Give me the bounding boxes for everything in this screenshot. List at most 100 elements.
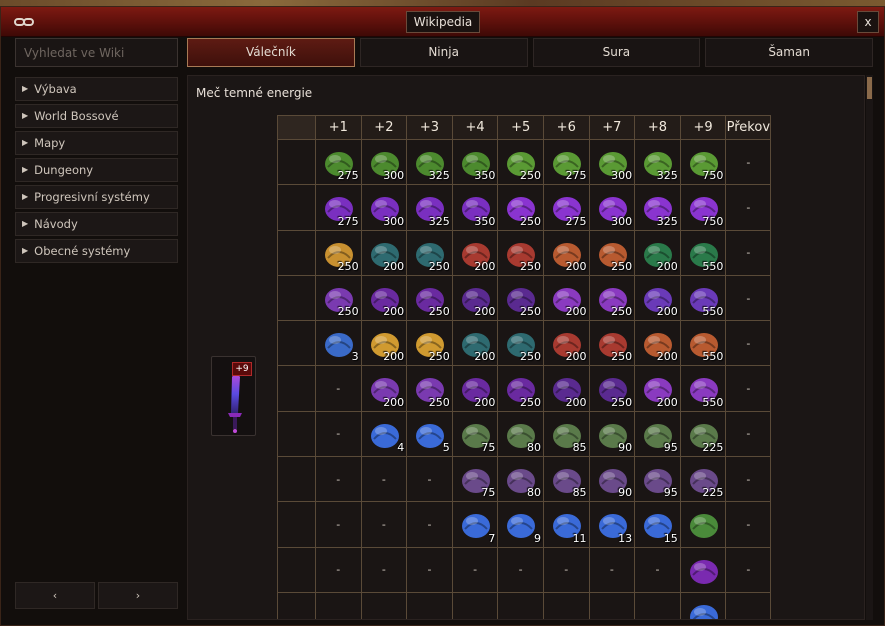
material-cell[interactable]: 9 bbox=[497, 501, 544, 548]
material-cell[interactable]: 250 bbox=[497, 184, 544, 231]
material-cell[interactable]: 550 bbox=[679, 274, 727, 322]
material-cell[interactable]: 550 bbox=[679, 229, 727, 276]
material-cell[interactable]: 95 bbox=[634, 410, 681, 458]
material-cell[interactable]: 200 bbox=[634, 320, 681, 367]
material-cell[interactable]: 325 bbox=[406, 184, 453, 231]
material-cell[interactable]: 75 bbox=[451, 456, 499, 503]
material-cell[interactable] bbox=[679, 501, 727, 548]
material-cell[interactable]: 300 bbox=[588, 184, 636, 231]
material-cell[interactable]: 85 bbox=[542, 410, 590, 458]
material-cell[interactable]: 250 bbox=[315, 229, 362, 276]
material-cell[interactable]: 250 bbox=[497, 229, 544, 276]
material-cell[interactable]: 250 bbox=[588, 365, 636, 412]
material-cell[interactable]: 75 bbox=[451, 410, 499, 458]
material-cell[interactable]: 250 bbox=[406, 365, 453, 412]
material-cell[interactable]: 550 bbox=[679, 365, 727, 412]
material-cell[interactable]: 350 bbox=[451, 184, 499, 231]
scrollbar[interactable] bbox=[866, 75, 873, 620]
material-cell[interactable]: 15 bbox=[634, 501, 681, 548]
material-cell[interactable]: 350 bbox=[451, 138, 499, 186]
title-bar[interactable]: Wikipedia x bbox=[1, 7, 884, 37]
material-cell[interactable]: 11 bbox=[542, 501, 590, 548]
material-count: 80 bbox=[526, 486, 541, 500]
material-cell[interactable]: 225 bbox=[679, 456, 727, 503]
triangle-right-icon: ▶ bbox=[22, 84, 29, 93]
material-cell[interactable]: 90 bbox=[588, 456, 636, 503]
weapon-slot[interactable]: +9 bbox=[211, 356, 256, 436]
material-cell[interactable]: 325 bbox=[406, 138, 453, 186]
sidebar-item-world-bossove[interactable]: ▶ World Bossové bbox=[15, 104, 178, 128]
material-cell[interactable]: 200 bbox=[360, 320, 408, 367]
material-cell[interactable]: 13 bbox=[588, 501, 636, 548]
material-cell[interactable]: 200 bbox=[542, 274, 590, 322]
material-cell[interactable]: 250 bbox=[497, 320, 544, 367]
material-cell[interactable]: 200 bbox=[451, 365, 499, 412]
material-cell[interactable]: 200 bbox=[542, 320, 590, 367]
material-cell[interactable]: 5 bbox=[406, 410, 453, 458]
material-cell[interactable]: 250 bbox=[406, 274, 453, 322]
material-cell[interactable]: 200 bbox=[542, 365, 590, 412]
tab-ninja[interactable]: Ninja bbox=[359, 38, 528, 67]
material-cell[interactable]: 95 bbox=[634, 456, 681, 503]
material-cell[interactable]: 325 bbox=[634, 184, 681, 231]
scroll-thumb[interactable] bbox=[867, 77, 872, 99]
tab-valecnik[interactable]: Válečník bbox=[187, 38, 355, 67]
sidebar-item-vybava[interactable]: ▶ Výbava bbox=[15, 77, 178, 101]
sidebar-item-mapy[interactable]: ▶ Mapy bbox=[15, 131, 178, 155]
material-cell[interactable]: 225 bbox=[679, 410, 727, 458]
material-cell[interactable]: 80 bbox=[497, 410, 544, 458]
material-cell[interactable]: 275 bbox=[315, 184, 362, 231]
material-cell[interactable]: 250 bbox=[588, 229, 636, 276]
material-cell[interactable]: 300 bbox=[588, 138, 636, 186]
material-cell[interactable]: 200 bbox=[634, 274, 681, 322]
material-cell[interactable]: 200 bbox=[451, 274, 499, 322]
material-cell[interactable]: 250 bbox=[588, 320, 636, 367]
material-cell[interactable]: 4 bbox=[360, 410, 408, 458]
material-cell[interactable]: 200 bbox=[360, 229, 408, 276]
material-count: 250 bbox=[428, 305, 450, 319]
material-cell[interactable]: 275 bbox=[315, 138, 362, 186]
material-cell[interactable]: 200 bbox=[360, 365, 408, 412]
material-cell[interactable]: 250 bbox=[315, 274, 362, 322]
material-cell[interactable] bbox=[679, 546, 727, 593]
material-cell[interactable]: 80 bbox=[497, 456, 544, 503]
next-page-button[interactable]: › bbox=[98, 582, 178, 609]
material-cell[interactable]: 3 bbox=[315, 320, 362, 367]
material-cell[interactable]: 90 bbox=[588, 410, 636, 458]
material-cell[interactable]: 250 bbox=[497, 365, 544, 412]
search-input[interactable] bbox=[15, 38, 178, 67]
material-cell[interactable]: 200 bbox=[634, 229, 681, 276]
material-cell[interactable]: 200 bbox=[451, 320, 499, 367]
material-cell[interactable]: 250 bbox=[497, 274, 544, 322]
material-cell[interactable]: 250 bbox=[588, 274, 636, 322]
material-cell[interactable]: 750 bbox=[679, 138, 727, 186]
sidebar-item-navody[interactable]: ▶ Návody bbox=[15, 212, 178, 236]
material-cell[interactable]: 325 bbox=[634, 138, 681, 186]
material-cell[interactable]: 300 bbox=[360, 184, 408, 231]
sidebar-item-progresivni-systemy[interactable]: ▶ Progresivní systémy bbox=[15, 185, 178, 209]
material-cell[interactable]: 250 bbox=[406, 229, 453, 276]
prev-page-button[interactable]: ‹ bbox=[15, 582, 95, 609]
material-cell[interactable]: 200 bbox=[542, 229, 590, 276]
empty-cell: - bbox=[360, 456, 408, 503]
link-icon[interactable] bbox=[13, 15, 35, 29]
material-cell[interactable]: 85 bbox=[542, 456, 590, 503]
material-cell[interactable]: 200 bbox=[360, 274, 408, 322]
material-cell[interactable] bbox=[679, 591, 727, 619]
tab-sura[interactable]: Sura bbox=[532, 38, 701, 67]
material-cell[interactable]: 250 bbox=[406, 320, 453, 367]
material-cell[interactable]: 200 bbox=[634, 365, 681, 412]
material-cell[interactable]: 750 bbox=[679, 184, 727, 231]
close-button[interactable]: x bbox=[857, 11, 879, 33]
sidebar-item-obecne-systemy[interactable]: ▶ Obecné systémy bbox=[15, 239, 178, 263]
material-cell[interactable]: 200 bbox=[451, 229, 499, 276]
material-cell[interactable]: 7 bbox=[451, 501, 499, 548]
material-cell[interactable]: 300 bbox=[360, 138, 408, 186]
material-cell[interactable]: 275 bbox=[542, 184, 590, 231]
material-cell[interactable]: 250 bbox=[497, 138, 544, 186]
tab-saman[interactable]: Šaman bbox=[705, 38, 873, 67]
dash-text: - bbox=[427, 472, 432, 486]
material-cell[interactable]: 550 bbox=[679, 320, 727, 367]
sidebar-item-dungeony[interactable]: ▶ Dungeony bbox=[15, 158, 178, 182]
material-cell[interactable]: 275 bbox=[542, 138, 590, 186]
